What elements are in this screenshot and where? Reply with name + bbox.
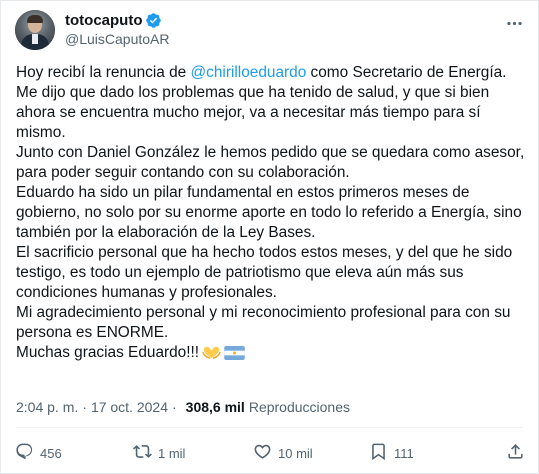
share-icon: [506, 442, 525, 464]
tweet-paragraph-5: Mi agradecimiento personal y mi reconoci…: [16, 304, 511, 341]
divider: [16, 427, 523, 428]
bookmark-icon: [369, 442, 388, 464]
repost-icon: [133, 442, 152, 464]
argentina-flag-icon: [224, 345, 245, 366]
tweet-paragraph-6: Muchas gracias Eduardo!!!: [16, 343, 526, 366]
author-display-name[interactable]: totocaputo: [65, 12, 142, 29]
author-names: totocaputo @LuisCaputoAR: [65, 12, 170, 47]
tweet-text: Hoy recibí la renuncia de @chirilloeduar…: [16, 63, 526, 366]
repost-count: 1 mil: [158, 445, 186, 461]
tweet-paragraph-4: El sacrificio personal que ha hecho todo…: [16, 244, 513, 301]
views-label: Reproducciones: [248, 399, 350, 415]
reply-count: 456: [40, 445, 62, 461]
tweet-paragraph-1: Me dijo que dado los problemas que ha te…: [16, 84, 490, 141]
tweet-line-intro: Hoy recibí la renuncia de @chirilloeduar…: [16, 63, 526, 83]
tweet-time[interactable]: 2:04 p. m.: [16, 399, 78, 415]
bookmark-count: 111: [394, 445, 414, 461]
avatar[interactable]: [15, 10, 55, 50]
tweet-actions: 456 1 mil 10 mil 111: [15, 442, 525, 464]
author-handle[interactable]: @LuisCaputoAR: [65, 31, 170, 47]
tweet-intro-rest-text: como Secretario de Energía.: [306, 64, 507, 81]
more-options-icon[interactable]: [504, 13, 524, 33]
share-button[interactable]: [506, 442, 525, 464]
tweet-card: totocaputo @LuisCaputoAR Hoy recibí la r…: [0, 0, 539, 474]
reply-button[interactable]: 456: [15, 442, 119, 464]
reply-icon: [15, 442, 34, 464]
tweet-meta: 2:04 p. m. · 17 oct. 2024 · 308,6 mil Re…: [16, 399, 350, 415]
tweet-header: totocaputo @LuisCaputoAR: [15, 10, 170, 50]
like-button[interactable]: 10 mil: [253, 442, 369, 464]
heart-icon: [253, 442, 272, 464]
repost-button[interactable]: 1 mil: [133, 442, 253, 464]
bookmark-button[interactable]: 111: [369, 442, 469, 464]
yellow-heart-hands-icon: [202, 345, 221, 366]
views-count[interactable]: 308,6 mil: [186, 399, 245, 415]
like-count: 10 mil: [278, 445, 313, 461]
meta-separator: ·: [82, 399, 87, 415]
tweet-intro-text: Hoy recibí la renuncia de: [16, 64, 191, 81]
tweet-paragraph-2: Junto con Daniel González le hemos pedid…: [16, 144, 525, 181]
mention-link[interactable]: @chirilloeduardo: [191, 64, 307, 81]
meta-separator-2: ·: [172, 399, 177, 415]
tweet-paragraph-3: Eduardo ha sido un pilar fundamental en …: [16, 184, 522, 241]
verified-badge-icon: [145, 12, 162, 29]
tweet-emojis: [202, 345, 245, 366]
tweet-date[interactable]: 17 oct. 2024: [91, 399, 168, 415]
tweet-thanks-text: Muchas gracias Eduardo!!!: [16, 344, 200, 361]
